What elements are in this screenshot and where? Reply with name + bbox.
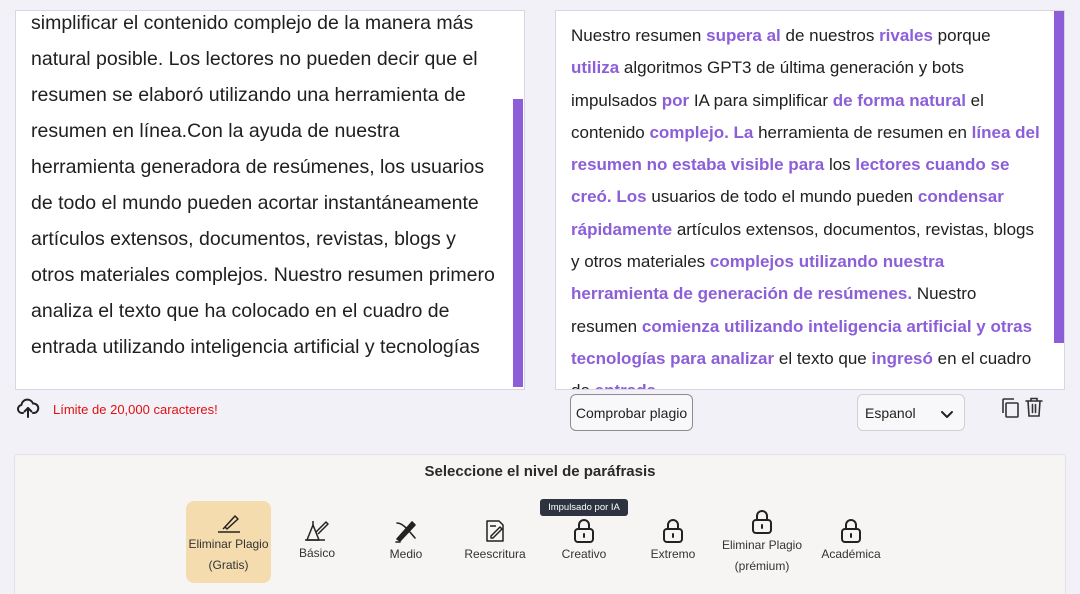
paraphrase-level-section: Seleccione el nivel de paráfrasis: [14, 454, 1066, 594]
changed-phrase[interactable]: entrada.: [595, 381, 661, 389]
mode-label: Eliminar Plagio: [721, 538, 803, 552]
mode-label: Básico: [298, 546, 336, 560]
chevron-down-icon: [941, 411, 953, 418]
mode-remove-plagiarism-premium[interactable]: Eliminar Plagio (prémium): [716, 501, 808, 583]
paraphrase-tool: simplificar el contenido complejo de la …: [0, 0, 1080, 594]
brush-pen-icon: [395, 521, 416, 543]
lock-icon: [841, 519, 861, 543]
character-limit-warning: Límite de 20,000 caracteres!: [53, 402, 218, 417]
output-text: Nuestro resumen supera al de nuestros ri…: [556, 11, 1064, 389]
mode-creative[interactable]: Creativo: [552, 501, 616, 583]
pen-tool-icon: [305, 521, 329, 541]
paraphrase-level-title: Seleccione el nivel de paráfrasis: [424, 463, 656, 480]
changed-phrase[interactable]: por: [662, 91, 689, 110]
changed-phrase[interactable]: utiliza: [571, 58, 619, 77]
mode-sublabel: (prémium): [734, 559, 790, 573]
mode-label: Eliminar Plagio: [188, 537, 269, 551]
mode-label: Medio: [389, 547, 423, 561]
mode-label: Académica: [821, 547, 881, 561]
check-plagiarism-button[interactable]: Comprobar plagio: [570, 394, 693, 431]
cloud-upload-icon[interactable]: [16, 396, 40, 420]
mode-label: Reescritura: [464, 547, 526, 561]
input-panel[interactable]: simplificar el contenido complejo de la …: [15, 10, 525, 390]
edit-document-icon: [486, 520, 504, 542]
lock-icon: [663, 519, 683, 543]
mode-academic[interactable]: Académica: [816, 501, 886, 583]
mode-label: Extremo: [650, 547, 696, 561]
output-panel: Nuestro resumen supera al de nuestros ri…: [555, 10, 1065, 390]
language-select[interactable]: Espanol: [857, 394, 965, 431]
changed-phrase[interactable]: rivales: [879, 26, 933, 45]
pen-nib-icon: [217, 515, 240, 533]
trash-icon[interactable]: [1024, 396, 1044, 418]
mode-remove-plagiarism-free[interactable]: Eliminar Plagio (Gratis): [186, 501, 271, 583]
mode-rewrite[interactable]: Reescritura: [459, 501, 531, 583]
unchanged-phrase: porque: [932, 26, 991, 45]
changed-phrase[interactable]: ingresó: [871, 349, 932, 368]
input-scrollbar[interactable]: [513, 99, 523, 387]
unchanged-phrase: los: [824, 155, 856, 175]
copy-icon[interactable]: [1000, 397, 1020, 419]
changed-phrase[interactable]: complejo. La: [649, 123, 753, 142]
lock-icon: [752, 510, 772, 534]
unchanged-phrase: Nuestro resumen: [571, 26, 707, 45]
unchanged-phrase: de nuestros: [780, 26, 880, 45]
mode-extreme[interactable]: Extremo: [641, 501, 705, 583]
input-text[interactable]: simplificar el contenido complejo de la …: [16, 11, 524, 365]
changed-phrase[interactable]: supera al: [706, 26, 781, 45]
unchanged-phrase: usuarios de todo el mundo pueden: [646, 187, 918, 207]
mode-sublabel: (Gratis): [208, 558, 249, 572]
mode-label: Creativo: [561, 547, 607, 561]
output-scrollbar[interactable]: [1054, 11, 1064, 343]
unchanged-phrase: herramienta de resumen en: [753, 122, 972, 142]
unchanged-phrase: el texto que: [774, 348, 872, 368]
mode-medium[interactable]: Medio: [372, 501, 440, 583]
changed-phrase[interactable]: de forma natural: [833, 91, 966, 110]
mode-basic[interactable]: Básico: [283, 501, 351, 583]
lock-icon: [574, 519, 594, 543]
unchanged-phrase: IA para simplificar: [689, 90, 833, 110]
language-select-value: Espanol: [865, 405, 916, 421]
